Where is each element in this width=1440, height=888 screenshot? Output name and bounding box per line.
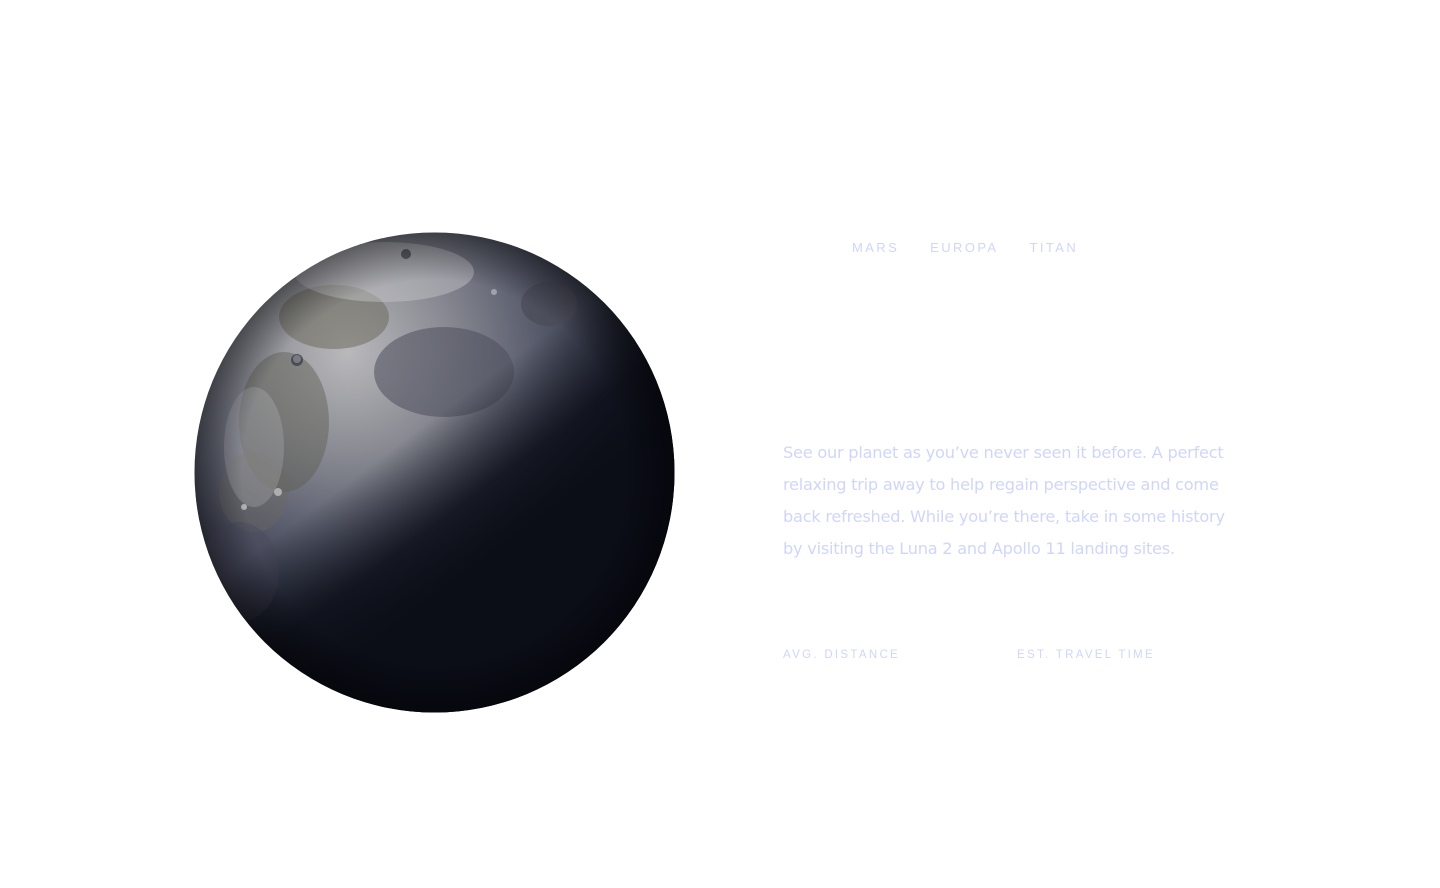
- tab-europa[interactable]: EUROPA: [930, 239, 998, 265]
- avg-distance-label: AVG. DISTANCE: [783, 649, 901, 661]
- destination-page: MARS EUROPA TITAN See our planet as you’…: [0, 0, 1440, 888]
- destination-tabs: MARS EUROPA TITAN: [852, 239, 1078, 265]
- tab-mars[interactable]: MARS: [852, 239, 899, 265]
- destination-description: See our planet as you’ve never seen it b…: [783, 443, 1225, 558]
- tab-titan[interactable]: TITAN: [1030, 239, 1079, 265]
- travel-time-label: EST. TRAVEL TIME: [1017, 649, 1155, 661]
- moon-image: [194, 232, 675, 713]
